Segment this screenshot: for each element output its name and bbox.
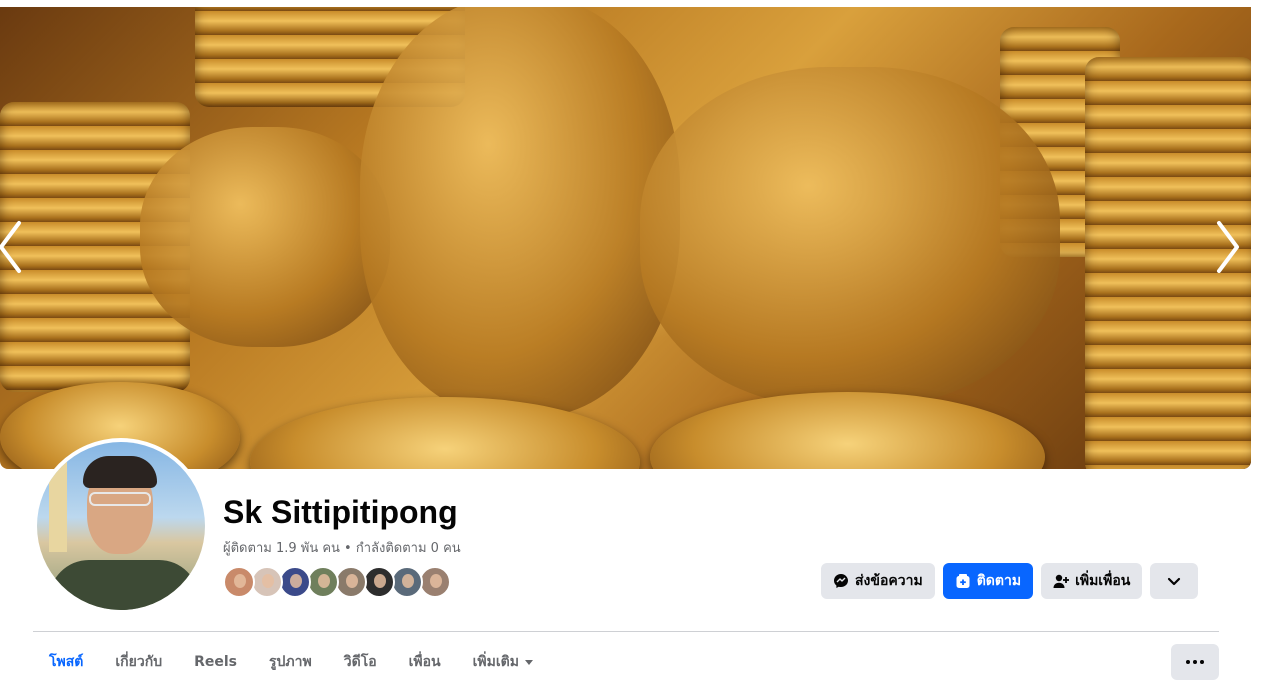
friends-preview[interactable] <box>223 566 451 598</box>
add-friend-button-label: เพิ่มเพื่อน <box>1075 573 1131 589</box>
avatar[interactable] <box>37 442 205 610</box>
tab-friends[interactable]: เพื่อน <box>393 644 457 680</box>
dot-icon <box>1186 660 1190 664</box>
message-button-label: ส่งข้อความ <box>855 573 923 589</box>
message-button[interactable]: ส่งข้อความ <box>821 563 935 599</box>
cover-decoration <box>250 397 640 469</box>
profile-name: Sk Sittipitipong <box>223 494 458 530</box>
tab-label: เกี่ยวกับ <box>115 654 163 670</box>
tab-label: วิดีโอ <box>343 654 377 670</box>
avatar-glasses <box>89 492 151 506</box>
header-divider <box>33 631 1219 632</box>
friend-avatar[interactable] <box>307 566 339 598</box>
chevron-right-icon[interactable] <box>1208 212 1248 282</box>
friend-avatar[interactable] <box>223 566 255 598</box>
profile-tabs: โพสต์ เกี่ยวกับ Reels รูปภาพ วิดีโอ เพื่… <box>33 644 549 680</box>
tab-posts[interactable]: โพสต์ <box>33 644 99 680</box>
caret-down-icon <box>524 660 533 665</box>
dot-icon <box>1200 660 1204 664</box>
avatar-hair <box>83 456 157 488</box>
tab-label: เพื่อน <box>408 654 441 670</box>
cover-decoration <box>640 67 1060 407</box>
avatar-background <box>49 462 67 552</box>
friend-avatar[interactable] <box>279 566 311 598</box>
friend-avatar[interactable] <box>335 566 367 598</box>
cover-decoration <box>140 127 390 347</box>
add-friend-button[interactable]: เพิ่มเพื่อน <box>1041 563 1143 599</box>
friend-avatar[interactable] <box>419 566 451 598</box>
tab-videos[interactable]: วิดีโอ <box>328 644 393 680</box>
tab-label: เพิ่มเติม <box>472 654 519 670</box>
follow-icon <box>956 574 970 588</box>
follow-button[interactable]: ติดตาม <box>942 563 1034 599</box>
profile-dropdown-button[interactable] <box>1150 563 1199 599</box>
friend-avatar[interactable] <box>251 566 283 598</box>
avatar-shirt <box>49 560 199 610</box>
tab-more[interactable]: เพิ่มเติม <box>457 644 549 680</box>
follower-stats[interactable]: ผู้ติดตาม 1.9 พัน คน • กำลังติดตาม 0 คน <box>223 537 461 558</box>
messenger-icon <box>834 574 848 588</box>
cover-photo[interactable] <box>0 7 1251 469</box>
tab-label: รูปภาพ <box>269 654 312 670</box>
friend-avatar[interactable] <box>363 566 395 598</box>
tab-about[interactable]: เกี่ยวกับ <box>99 644 178 680</box>
tab-label: Reels <box>194 654 237 670</box>
follow-button-label: ติดตาม <box>976 573 1022 589</box>
tab-reels[interactable]: Reels <box>178 644 253 680</box>
friend-avatar[interactable] <box>391 566 423 598</box>
chevron-left-icon[interactable] <box>0 212 30 282</box>
add-friend-icon <box>1053 574 1070 588</box>
chevron-down-icon <box>1168 577 1181 586</box>
tab-photos[interactable]: รูปภาพ <box>253 644 328 680</box>
more-options-button[interactable] <box>1171 644 1219 680</box>
profile-actions: ส่งข้อความ ติดตาม เพิ่มเพื่อน <box>821 563 1199 599</box>
cover-decoration <box>360 7 680 417</box>
tab-label: โพสต์ <box>49 654 84 670</box>
dot-icon <box>1193 660 1197 664</box>
cover-decoration <box>650 392 1045 469</box>
